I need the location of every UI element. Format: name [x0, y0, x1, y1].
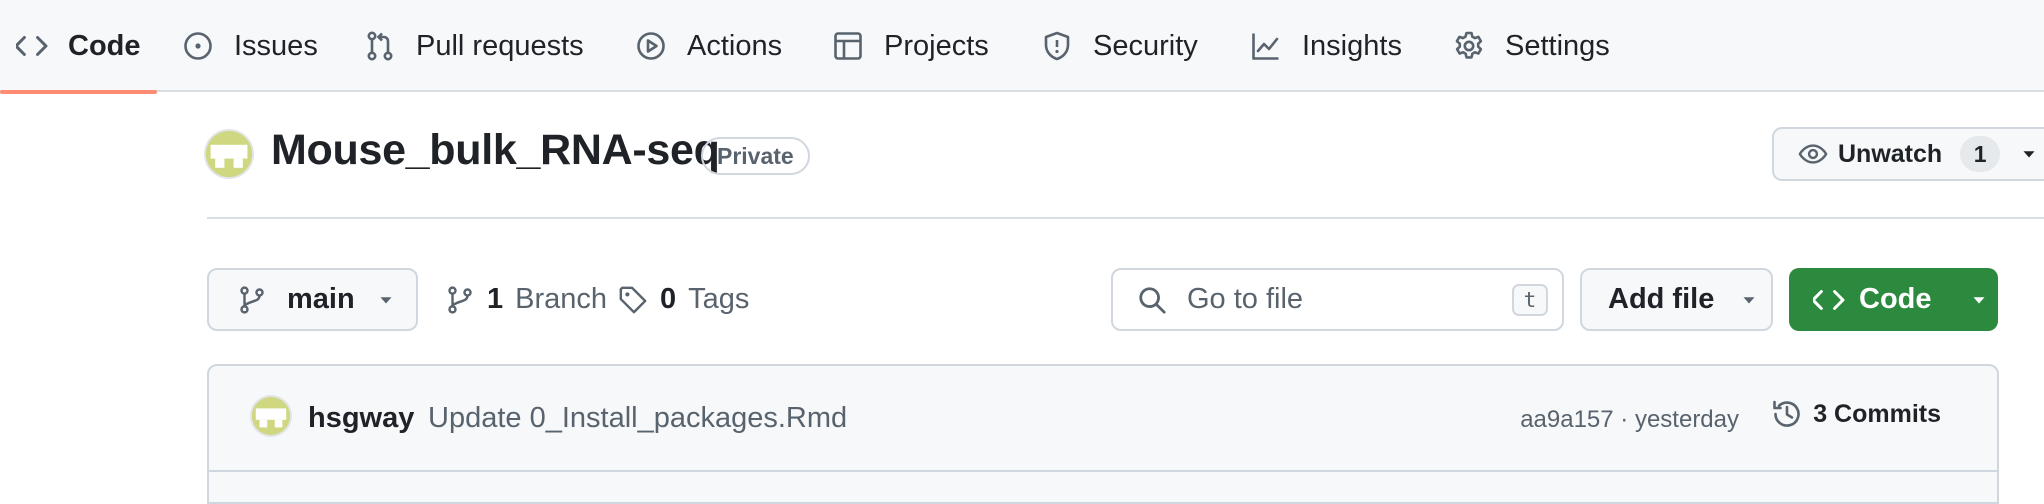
- latest-commit-bar: hsgway Update 0_Install_packages.Rmd aa9…: [209, 366, 1997, 472]
- tab-projects[interactable]: Projects: [832, 0, 989, 92]
- tab-insights[interactable]: Insights: [1250, 0, 1402, 92]
- add-file-label: Add file: [1608, 283, 1715, 315]
- git-branch-icon: [237, 285, 267, 315]
- tag-icon: [618, 285, 648, 315]
- caret-down-icon[interactable]: [2018, 143, 2040, 165]
- tab-label: Actions: [687, 29, 783, 62]
- tags-link[interactable]: 0 Tags: [618, 268, 749, 331]
- tab-label: Security: [1093, 29, 1198, 62]
- branches-link[interactable]: 1 Branch: [445, 268, 607, 331]
- caret-down-icon: [1738, 289, 1760, 311]
- unwatch-label: Unwatch: [1838, 139, 1943, 168]
- eye-icon: [1798, 139, 1828, 169]
- commit-author-link[interactable]: hsgway: [308, 402, 414, 435]
- branches-label: Branch: [515, 283, 608, 315]
- tab-actions[interactable]: Actions: [635, 0, 782, 92]
- tab-settings[interactable]: Settings: [1453, 0, 1610, 92]
- tab-pull-requests[interactable]: Pull requests: [364, 0, 584, 92]
- tab-label: Pull requests: [416, 29, 584, 62]
- tags-label: Tags: [688, 283, 750, 315]
- tab-label: Projects: [884, 29, 989, 62]
- commits-count-label: 3 Commits: [1813, 399, 1941, 428]
- history-icon: [1771, 398, 1803, 430]
- search-icon: [1137, 285, 1167, 315]
- graph-icon: [1250, 30, 1282, 62]
- owner-avatar[interactable]: [206, 131, 252, 177]
- tab-label: Code: [68, 29, 141, 62]
- tab-security[interactable]: Security: [1041, 0, 1198, 92]
- go-to-file-input[interactable]: [1185, 282, 1489, 317]
- branch-name: main: [287, 283, 355, 315]
- tab-label: Settings: [1505, 29, 1610, 62]
- add-file-button[interactable]: Add file: [1580, 268, 1773, 331]
- branch-select-button[interactable]: main: [207, 268, 418, 331]
- tab-code[interactable]: Code: [0, 0, 156, 94]
- repo-nav: Code Issues Pull requests Actions Projec…: [0, 0, 2044, 94]
- gear-icon: [1453, 30, 1485, 62]
- play-icon: [635, 30, 667, 62]
- shield-icon: [1041, 30, 1073, 62]
- commit-message-link[interactable]: Update 0_Install_packages.Rmd: [428, 402, 847, 435]
- caret-down-icon: [1968, 289, 1990, 311]
- watchers-count: 1: [1960, 136, 2001, 172]
- caret-down-icon: [375, 289, 397, 311]
- visibility-badge: Private: [701, 137, 810, 175]
- table-icon: [832, 30, 864, 62]
- unwatch-button[interactable]: Unwatch 1: [1772, 127, 2044, 181]
- tab-label: Issues: [234, 29, 318, 62]
- commit-author-avatar[interactable]: [252, 397, 290, 435]
- repo-name[interactable]: Mouse_bulk_RNA-seq: [271, 126, 720, 175]
- branches-count: 1: [487, 283, 504, 315]
- git-branch-icon: [445, 285, 475, 315]
- code-button-label: Code: [1859, 283, 1932, 315]
- go-to-file-search[interactable]: t: [1111, 268, 1564, 331]
- commit-sha-and-time[interactable]: aa9a157 · yesterday: [1520, 406, 1739, 434]
- code-icon: [16, 30, 48, 62]
- issue-opened-icon: [182, 30, 214, 62]
- commits-history-link[interactable]: 3 Commits: [1771, 398, 1941, 430]
- header-divider: [207, 217, 2044, 219]
- tab-issues[interactable]: Issues: [182, 0, 318, 92]
- code-button[interactable]: Code: [1789, 268, 1998, 331]
- tab-label: Insights: [1302, 29, 1402, 62]
- git-pull-request-icon: [364, 30, 396, 62]
- keyboard-shortcut-hint: t: [1512, 284, 1548, 316]
- tags-count: 0: [660, 283, 677, 315]
- code-icon: [1813, 284, 1845, 316]
- latest-commit-box: hsgway Update 0_Install_packages.Rmd aa9…: [207, 364, 1999, 504]
